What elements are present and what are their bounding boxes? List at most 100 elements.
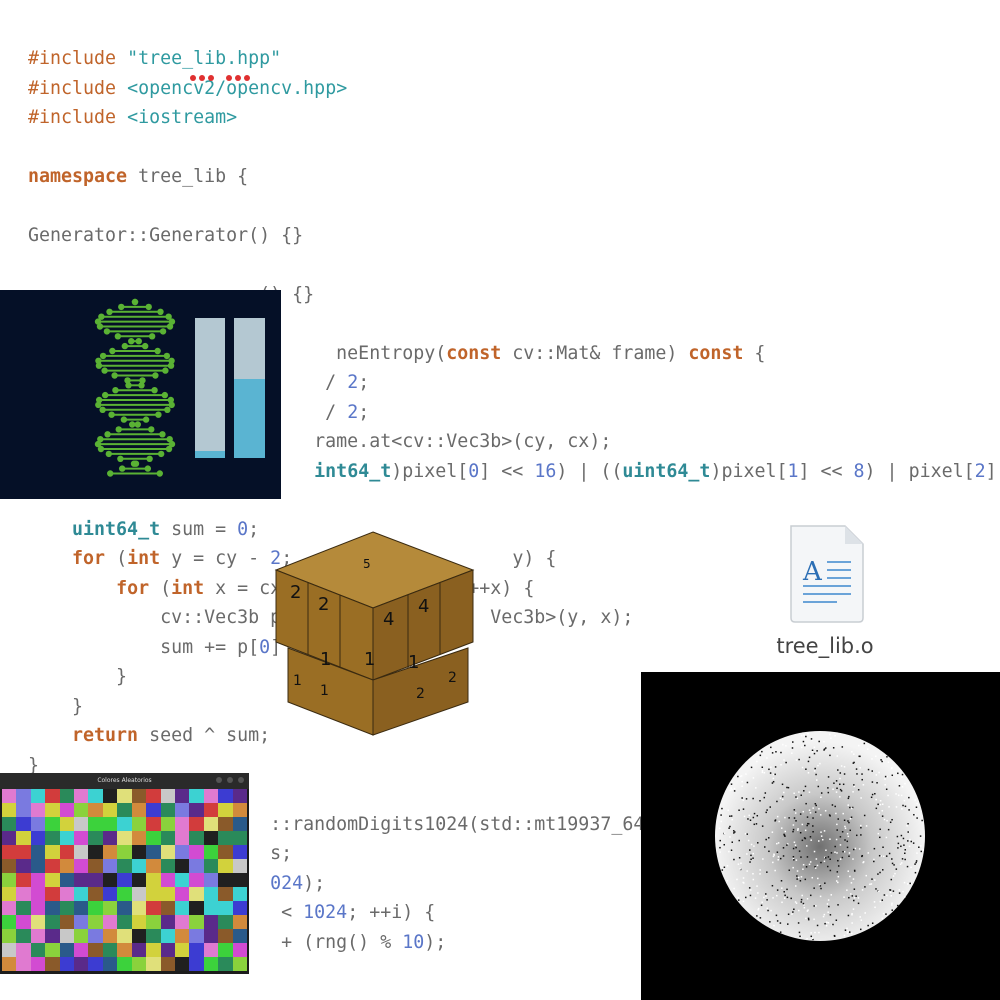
color-cell bbox=[146, 929, 161, 943]
noise-speck bbox=[771, 752, 774, 754]
noise-speck bbox=[883, 894, 886, 896]
noise-speck bbox=[907, 840, 909, 842]
noise-speck bbox=[902, 837, 905, 840]
noise-speck bbox=[721, 807, 723, 810]
noise-speck bbox=[774, 766, 777, 768]
color-cell bbox=[218, 817, 233, 831]
noise-speck bbox=[870, 883, 873, 885]
noise-speck bbox=[771, 884, 774, 887]
color-cell bbox=[45, 957, 60, 971]
noise-speck bbox=[782, 791, 785, 794]
dna-node bbox=[154, 347, 161, 355]
color-cell bbox=[102, 887, 118, 901]
noise-speck bbox=[752, 857, 754, 859]
noise-speck bbox=[844, 827, 847, 830]
noise-speck bbox=[824, 882, 826, 884]
dna-node bbox=[114, 333, 122, 340]
noise-speck bbox=[853, 897, 856, 899]
color-cell bbox=[74, 887, 89, 901]
noise-speck bbox=[800, 856, 802, 858]
noise-speck bbox=[726, 865, 729, 867]
color-cell bbox=[131, 803, 147, 817]
file-name-label[interactable]: tree_lib.o bbox=[755, 634, 895, 658]
noise-speck bbox=[757, 842, 759, 844]
noise-speck bbox=[889, 891, 892, 894]
noise-speck bbox=[721, 869, 724, 871]
noise-speck bbox=[742, 808, 745, 810]
noise-speck bbox=[741, 785, 743, 788]
dna-helix-icon bbox=[94, 298, 265, 477]
noise-speck bbox=[805, 917, 807, 920]
noise-speck bbox=[837, 875, 840, 878]
color-cell bbox=[160, 887, 175, 901]
noise-speck bbox=[827, 921, 830, 924]
noise-speck bbox=[846, 846, 849, 849]
maximize-button[interactable] bbox=[227, 777, 233, 783]
close-button[interactable] bbox=[238, 777, 244, 783]
noise-speck bbox=[738, 809, 740, 811]
noise-speck bbox=[776, 889, 779, 891]
noise-speck bbox=[808, 809, 811, 811]
color-cell bbox=[59, 789, 75, 803]
noise-speck bbox=[790, 897, 792, 900]
noise-speck bbox=[820, 792, 823, 794]
noise-speck bbox=[766, 871, 768, 873]
noise-speck bbox=[805, 802, 807, 805]
noise-speck bbox=[765, 838, 767, 841]
color-cell bbox=[2, 887, 17, 901]
noise-speck bbox=[830, 852, 833, 854]
noise-speck bbox=[784, 830, 787, 833]
noise-speck bbox=[817, 877, 819, 880]
color-cell bbox=[146, 957, 161, 971]
noise-speck bbox=[847, 835, 850, 838]
color-cell bbox=[2, 845, 17, 859]
dna-node bbox=[115, 426, 122, 433]
noise-speck bbox=[883, 754, 885, 756]
noise-speck bbox=[904, 849, 907, 851]
noise-speck bbox=[803, 790, 805, 792]
noise-speck bbox=[794, 844, 797, 846]
noise-speck bbox=[837, 904, 839, 906]
noise-speck bbox=[746, 870, 748, 872]
noise-speck bbox=[860, 928, 862, 931]
noise-speck bbox=[781, 887, 783, 889]
color-cell bbox=[131, 817, 147, 831]
noise-speck bbox=[755, 823, 758, 825]
dna-node bbox=[99, 352, 107, 360]
noise-speck bbox=[888, 852, 891, 855]
noise-speck bbox=[749, 849, 751, 851]
color-cell bbox=[203, 845, 219, 859]
noise-speck bbox=[774, 819, 777, 821]
noise-speck bbox=[852, 848, 855, 851]
noise-speck bbox=[731, 789, 733, 791]
noise-speck bbox=[729, 815, 731, 817]
noise-speck bbox=[881, 815, 884, 817]
color-cell bbox=[117, 859, 132, 873]
noise-speck bbox=[792, 847, 795, 850]
dna-node bbox=[97, 445, 105, 453]
noise-speck bbox=[736, 878, 738, 881]
noise-speck bbox=[921, 819, 923, 822]
noise-speck bbox=[873, 858, 875, 861]
noise-speck bbox=[761, 825, 764, 827]
noise-speck bbox=[784, 816, 786, 819]
color-cell bbox=[16, 901, 31, 915]
noise-speck bbox=[857, 789, 860, 791]
color-cell bbox=[218, 859, 233, 873]
noise-speck bbox=[834, 805, 836, 808]
noise-speck bbox=[839, 844, 842, 846]
noise-speck bbox=[747, 839, 750, 842]
noise-speck bbox=[881, 899, 884, 901]
noise-speck bbox=[837, 818, 839, 820]
noise-speck bbox=[782, 743, 784, 746]
color-cell bbox=[88, 873, 103, 887]
noise-speck bbox=[815, 905, 817, 907]
noise-speck bbox=[757, 908, 759, 911]
dna-node bbox=[167, 362, 175, 369]
minimize-button[interactable] bbox=[216, 777, 222, 783]
color-cell bbox=[131, 789, 147, 803]
color-cell bbox=[189, 915, 204, 929]
noise-speck bbox=[750, 854, 752, 857]
noise-speck bbox=[742, 882, 745, 884]
noise-speck bbox=[811, 751, 814, 753]
